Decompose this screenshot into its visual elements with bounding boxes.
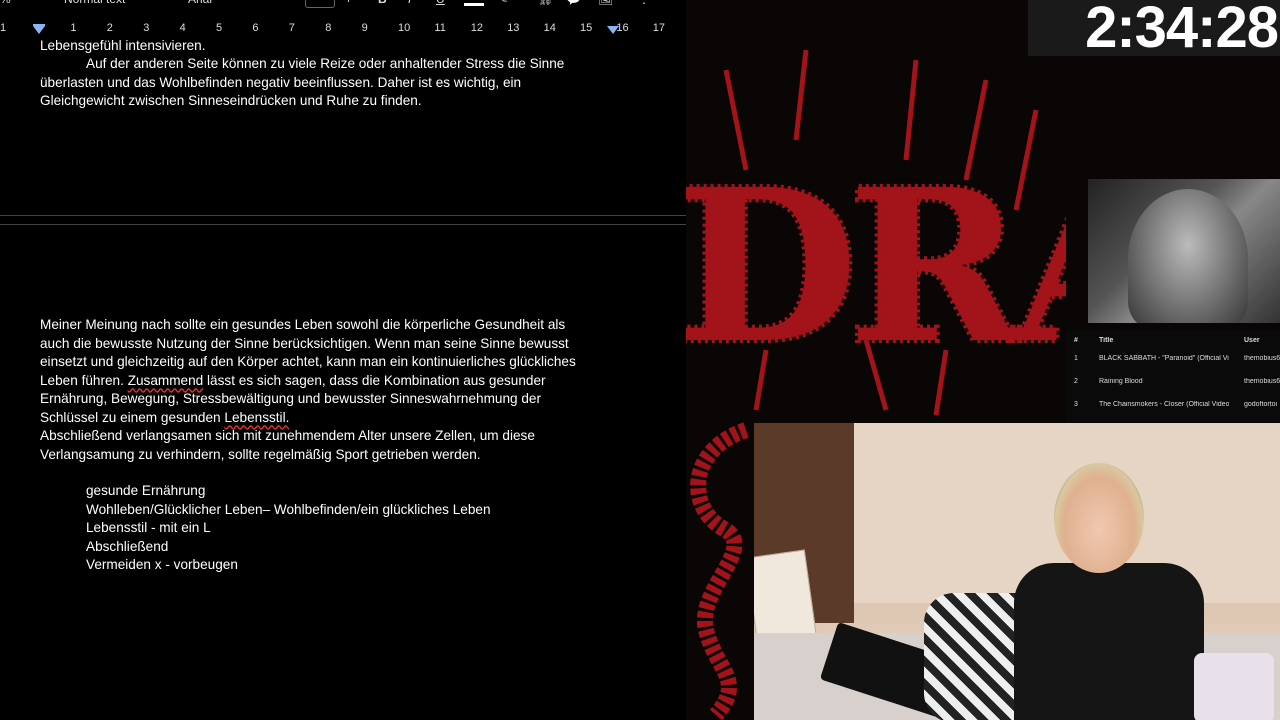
font-select[interactable]: Arial [188,0,212,6]
table-row: 2 Raining Blood themobius6 [1066,373,1280,391]
band-logo-art: DRAH [686,50,1066,416]
text-line: auch die bewusste Nutzung der Sinne berü… [40,335,569,351]
text-line: Auf der anderen Seite können zu viele Re… [86,56,565,71]
text-line: Leben führen. Zusammend lässt es sich sa… [40,372,576,391]
ruler-tick-label: 6 [252,22,259,34]
ruler-tick-label: 5 [216,22,223,34]
text-line: Meiner Meinung nach sollte ein gesundes … [40,317,566,332]
paragraph-3[interactable]: Meiner Meinung nach sollte ein gesundes … [40,316,576,464]
increase-font-size-button[interactable]: + [345,0,352,6]
text-line: Gleichgewicht zwischen Sinneseindrücken … [40,93,422,108]
row-num: 3 [1074,401,1078,408]
text-segment: Leben führen. [40,372,124,388]
ruler-tick-label: 3 [143,22,150,34]
webcam-feed [754,423,1280,720]
bold-button[interactable]: B [378,0,387,6]
text-line: Abschließend verlangsamen sich mit zuneh… [40,428,535,443]
more-options-icon[interactable]: ⋮ [638,0,650,6]
paragraph-2[interactable]: Auf der anderen Seite können zu viele Re… [40,55,564,111]
text-line: Verlangsamung zu verhindern, sollte rege… [40,446,481,462]
row-num: 1 [1074,355,1078,362]
webcam-streamer [924,463,1224,720]
notes-list[interactable]: gesunde Ernährung Wohlleben/Glücklicher … [86,482,491,575]
row-title: Raining Blood [1099,378,1143,385]
streamer-head [1054,463,1144,573]
header-user: User [1244,337,1260,344]
ruler-tick-label: 1 [0,22,7,34]
paragraph-style-select[interactable]: Normal text [64,0,125,6]
ruler-tick-label: 9 [361,22,368,34]
header-num: # [1074,337,1078,344]
table-row: 3 The Chainsmokers - Closer (Official Vi… [1066,396,1280,414]
streamer-shirt [1014,563,1204,720]
image-icon[interactable]: 🖼 [598,0,613,6]
text-line: einsetzt und gleichzeitig auf den Körper… [40,354,576,369]
misspelled-word[interactable]: Zusammend [128,373,204,388]
stream-timer: 2:34:28 [1085,0,1279,60]
logo-spike [793,50,809,141]
ruler-tick-label: 7 [288,22,295,34]
italic-button[interactable]: I [408,0,411,6]
text-line: Schlüssel zu einem gesunden Lebensstil. [40,409,576,428]
ruler-tick-label: 1 [70,22,77,34]
ruler-tick-label: 15 [580,22,593,34]
ruler-tick-label: 8 [325,22,332,34]
note-item: Wohlleben/Glücklicher Leben– Wohlbefinde… [86,501,491,517]
row-user: themobius6 [1244,355,1280,362]
zoom-select[interactable]: % [0,0,11,6]
note-item: gesunde Ernährung [86,483,206,498]
row-num: 2 [1074,378,1078,385]
row-title: The Chainsmokers - Closer (Official Vide… [1099,401,1229,408]
text-segment: lässt es sich sagen, dass die Kombinatio… [207,372,546,388]
text-color-button[interactable] [464,0,484,6]
text-segment: Schlüssel zu einem gesunden [40,409,221,425]
band-logo-text: DRAH [686,143,1066,390]
note-item: Vermeiden x - vorbeugen [86,557,238,572]
ruler-tick-label: 17 [652,22,666,34]
ruler-tick-label: 2 [106,22,113,34]
row-user: themobius6 [1244,378,1280,385]
formatting-toolbar: % Normal text Arial + B I U ✎ ⛓ 💬 🖼 ⋮ [0,0,686,8]
page-top-edge [0,224,686,225]
table-header: # Title User [1066,332,1280,350]
timer-background: 2:34:28 [1028,0,1280,60]
webcam-cup [1194,653,1274,720]
text-line: Lebensgefühl intensivieren. [40,38,206,53]
row-title: BLACK SABBATH - "Paranoid" (Official Vid… [1099,355,1229,362]
page-bottom-edge [0,215,686,216]
note-item: Lebensstil - mit ein L [86,520,211,535]
ruler[interactable]: 112345678910111213141516171 [0,22,686,38]
ruler-tick-label: 12 [470,22,484,34]
paragraph-1[interactable]: Lebensgefühl intensivieren. [40,37,206,56]
comment-icon[interactable]: 💬 [566,0,581,6]
video-frame-subject [1128,189,1248,323]
ruler-tick-label: 4 [179,22,186,34]
text-line: überlasten und das Wohlbefinden negativ … [40,74,522,90]
header-title: Title [1099,337,1114,344]
song-request-table: # Title User 1 BLACK SABBATH - "Paranoid… [1066,330,1280,422]
ruler-tick-label: 10 [398,22,411,34]
text-line: Ernährung, Bewegung, Stressbewältigung u… [40,391,542,406]
row-user: godoftortoi [1244,401,1278,408]
underline-button[interactable]: U [436,0,445,6]
font-size-input[interactable] [305,0,335,8]
stream-overlay: DRAH 2:34:28 # Title User 1 BLACK SABBAT… [686,0,1280,720]
ruler-tick-label: 11 [434,22,446,34]
document-pane: % Normal text Arial + B I U ✎ ⛓ 💬 🖼 ⋮ 11… [0,0,686,720]
link-icon[interactable]: ⛓ [538,0,553,6]
highlight-icon[interactable]: ✎ [498,0,508,6]
note-item: Abschließend [86,538,169,554]
misspelled-word[interactable]: Lebensstil. [224,410,289,425]
snake-art [690,422,749,720]
music-video-thumbnail [1088,179,1280,323]
left-indent-marker[interactable] [33,26,45,34]
ruler-tick-label: 16 [616,22,629,34]
ruler-tick-label: 14 [543,22,556,34]
ruler-tick-label: 13 [507,22,520,34]
table-row: 1 BLACK SABBATH - "Paranoid" (Official V… [1066,350,1280,368]
